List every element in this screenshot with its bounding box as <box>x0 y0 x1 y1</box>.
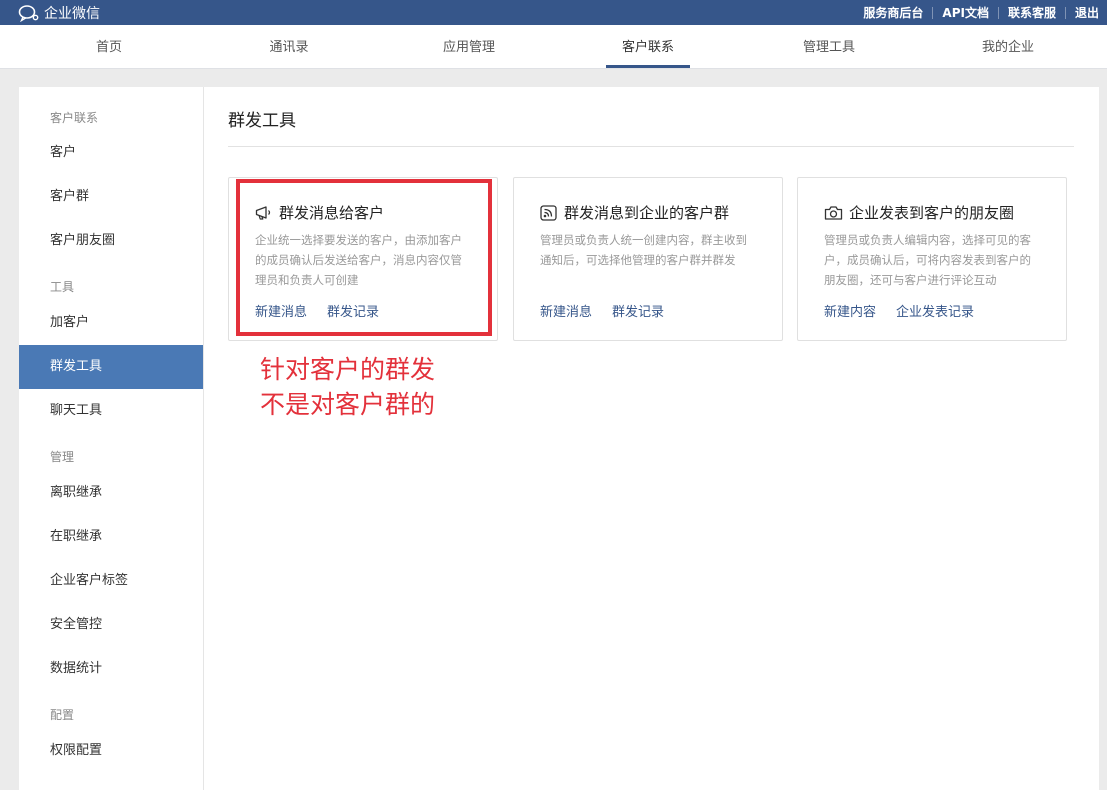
tab-customer-contact[interactable]: 客户联系 <box>605 25 691 68</box>
card-mass-message-groups: 群发消息到企业的客户群 管理员或负责人统一创建内容，群主收到通知后，可选择他管理… <box>513 177 783 341</box>
divider <box>228 146 1074 147</box>
sidebar-heading-config: 配置 <box>50 708 75 722</box>
annotation-line: 不是对客户群的 <box>260 390 436 419</box>
sidebar-item-statistics[interactable]: 数据统计 <box>19 647 203 691</box>
tab-app-management[interactable]: 应用管理 <box>443 25 495 68</box>
top-links: 服务商后台 API文档 联系客服 退出 <box>863 0 1099 25</box>
sidebar: 客户联系 客户 客户群 客户朋友圈 工具 加客户 群发工具 聊天工具 管理 离职… <box>19 87 204 790</box>
top-link-support[interactable]: 联系客服 <box>1008 4 1056 21</box>
brand-name: 企业微信 <box>44 6 100 22</box>
card-description: 管理员或负责人编辑内容，选择可见的客户，成员确认后，可将内容发表到客户的朋友圈，… <box>824 233 1031 287</box>
top-link-provider[interactable]: 服务商后台 <box>863 4 923 21</box>
sidebar-item-customers[interactable]: 客户 <box>19 131 203 175</box>
page-title: 群发工具 <box>228 111 296 131</box>
divider <box>997 6 999 19</box>
card-title-row: 企业发表到客户的朋友圈 <box>824 202 1014 223</box>
card-title: 群发消息到企业的客户群 <box>564 204 730 222</box>
divider <box>1064 6 1066 19</box>
sidebar-item-customer-tags[interactable]: 企业客户标签 <box>19 559 203 603</box>
wecom-logo-icon <box>18 4 40 22</box>
card-moments-publish: 企业发表到客户的朋友圈 管理员或负责人编辑内容，选择可见的客户，成员确认后，可将… <box>797 177 1067 341</box>
tab-management-tools[interactable]: 管理工具 <box>803 25 855 68</box>
sidebar-item-security[interactable]: 安全管控 <box>19 603 203 647</box>
sidebar-heading-management: 管理 <box>50 450 75 464</box>
annotation-text: 针对客户的群发 不是对客户群的 <box>260 352 435 422</box>
sidebar-heading-tools: 工具 <box>50 280 75 294</box>
main-nav: 首页 通讯录 应用管理 客户联系 管理工具 我的企业 <box>0 25 1107 69</box>
new-message-link[interactable]: 新建消息 <box>540 301 592 320</box>
sidebar-item-onjob-transfer[interactable]: 在职继承 <box>19 515 203 559</box>
card-description: 管理员或负责人统一创建内容，群主收到通知后，可选择他管理的客户群并群发 <box>540 233 747 267</box>
card-title: 企业发表到客户的朋友圈 <box>849 204 1015 222</box>
new-content-link[interactable]: 新建内容 <box>824 301 876 320</box>
divider <box>932 6 934 19</box>
main-panel: 客户联系 客户 客户群 客户朋友圈 工具 加客户 群发工具 聊天工具 管理 离职… <box>19 87 1099 790</box>
sidebar-item-customer-groups[interactable]: 客户群 <box>19 175 203 219</box>
top-bar: 企业微信 服务商后台 API文档 联系客服 退出 <box>0 0 1107 25</box>
sidebar-item-customer-moments[interactable]: 客户朋友圈 <box>19 219 203 263</box>
publish-record-link[interactable]: 企业发表记录 <box>896 301 974 320</box>
top-link-api-docs[interactable]: API文档 <box>942 4 989 21</box>
sidebar-item-resigned-transfer[interactable]: 离职继承 <box>19 471 203 515</box>
card-actions: 新建消息 群发记录 <box>540 301 664 320</box>
brand[interactable]: 企业微信 <box>18 3 100 23</box>
annotation-highlight-box <box>236 179 492 336</box>
tab-contacts[interactable]: 通讯录 <box>269 25 308 68</box>
sidebar-item-add-customer[interactable]: 加客户 <box>19 301 203 345</box>
top-link-logout[interactable]: 退出 <box>1075 4 1099 21</box>
card-title-row: 群发消息到企业的客户群 <box>540 202 729 223</box>
tab-home[interactable]: 首页 <box>96 25 122 68</box>
sidebar-item-permissions[interactable]: 权限配置 <box>19 729 203 773</box>
mass-record-link[interactable]: 群发记录 <box>612 301 664 320</box>
card-actions: 新建内容 企业发表记录 <box>824 301 974 320</box>
sidebar-item-mass-messaging[interactable]: 群发工具 <box>19 345 203 389</box>
broadcast-icon <box>540 204 558 221</box>
sidebar-item-chat-tools[interactable]: 聊天工具 <box>19 389 203 433</box>
tab-my-company[interactable]: 我的企业 <box>982 25 1034 68</box>
camera-icon <box>824 205 843 221</box>
sidebar-heading-customer-contact: 客户联系 <box>50 111 99 125</box>
annotation-line: 针对客户的群发 <box>260 355 436 384</box>
